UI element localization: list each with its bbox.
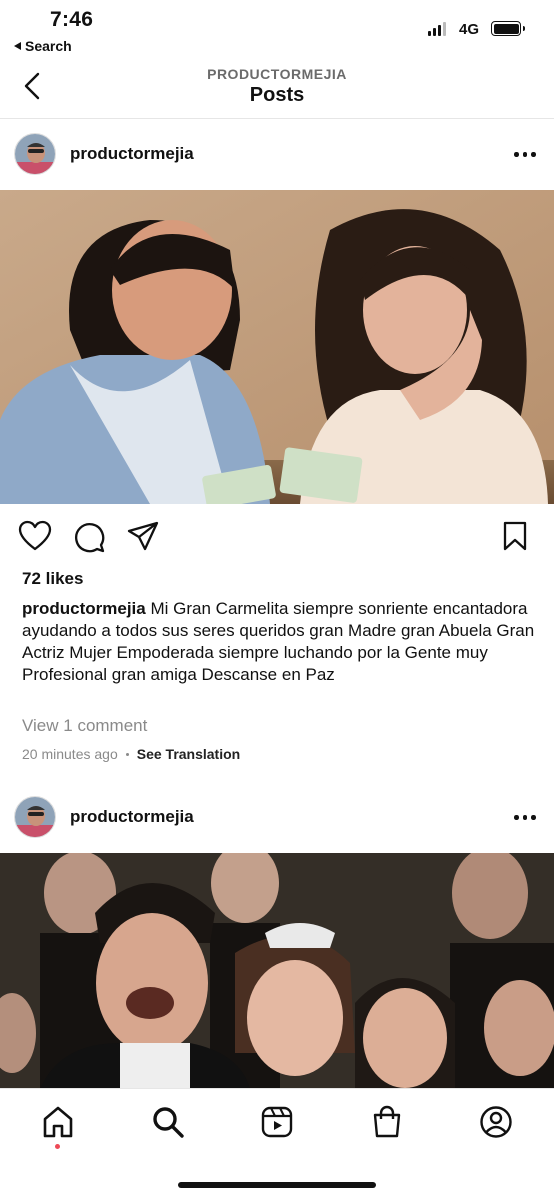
save-bookmark-icon[interactable] bbox=[500, 520, 530, 552]
post-timestamp: 20 minutes ago bbox=[22, 746, 118, 762]
back-to-search-label: Search bbox=[25, 38, 72, 54]
post-meta: 20 minutes ago See Translation bbox=[22, 746, 240, 762]
post-username[interactable]: productormejia bbox=[70, 807, 194, 827]
post-image[interactable] bbox=[0, 190, 554, 504]
profile-icon[interactable] bbox=[478, 1104, 514, 1140]
comment-icon[interactable] bbox=[72, 520, 106, 554]
page-title: Posts bbox=[249, 84, 305, 106]
more-options-icon[interactable] bbox=[514, 815, 536, 820]
avatar-photo bbox=[15, 797, 55, 837]
more-options-icon[interactable] bbox=[514, 152, 536, 157]
like-heart-icon[interactable] bbox=[18, 520, 52, 552]
avatar[interactable] bbox=[14, 133, 56, 175]
home-icon[interactable] bbox=[40, 1104, 76, 1140]
home-indicator bbox=[178, 1182, 376, 1188]
cellular-signal-icon bbox=[428, 22, 446, 36]
post-photo bbox=[0, 190, 554, 504]
post-photo bbox=[0, 853, 554, 1089]
shop-icon[interactable] bbox=[369, 1104, 405, 1140]
back-triangle-icon bbox=[14, 42, 21, 50]
avatar[interactable] bbox=[14, 796, 56, 838]
network-type: 4G bbox=[459, 21, 480, 38]
header-account-name: PRODUCTORMEJIA bbox=[207, 66, 347, 82]
avatar-photo bbox=[15, 134, 55, 174]
post-username[interactable]: productormejia bbox=[70, 144, 194, 164]
share-send-icon[interactable] bbox=[126, 520, 160, 552]
separator-dot bbox=[125, 752, 129, 756]
post-image[interactable] bbox=[0, 853, 554, 1089]
see-translation-link[interactable]: See Translation bbox=[137, 746, 240, 762]
search-icon[interactable] bbox=[150, 1104, 186, 1140]
post-caption: productormejia Mi Gran Carmelita siempre… bbox=[22, 598, 537, 686]
header-divider bbox=[0, 118, 554, 119]
caption-username[interactable]: productormejia bbox=[22, 599, 146, 618]
battery-icon bbox=[491, 21, 525, 36]
view-comments-link[interactable]: View 1 comment bbox=[22, 716, 147, 736]
like-count[interactable]: 72 likes bbox=[22, 569, 83, 589]
notification-dot bbox=[55, 1144, 60, 1149]
status-time: 7:46 bbox=[50, 8, 94, 31]
back-to-search-link[interactable]: Search bbox=[14, 38, 72, 54]
reels-icon[interactable] bbox=[259, 1104, 295, 1140]
